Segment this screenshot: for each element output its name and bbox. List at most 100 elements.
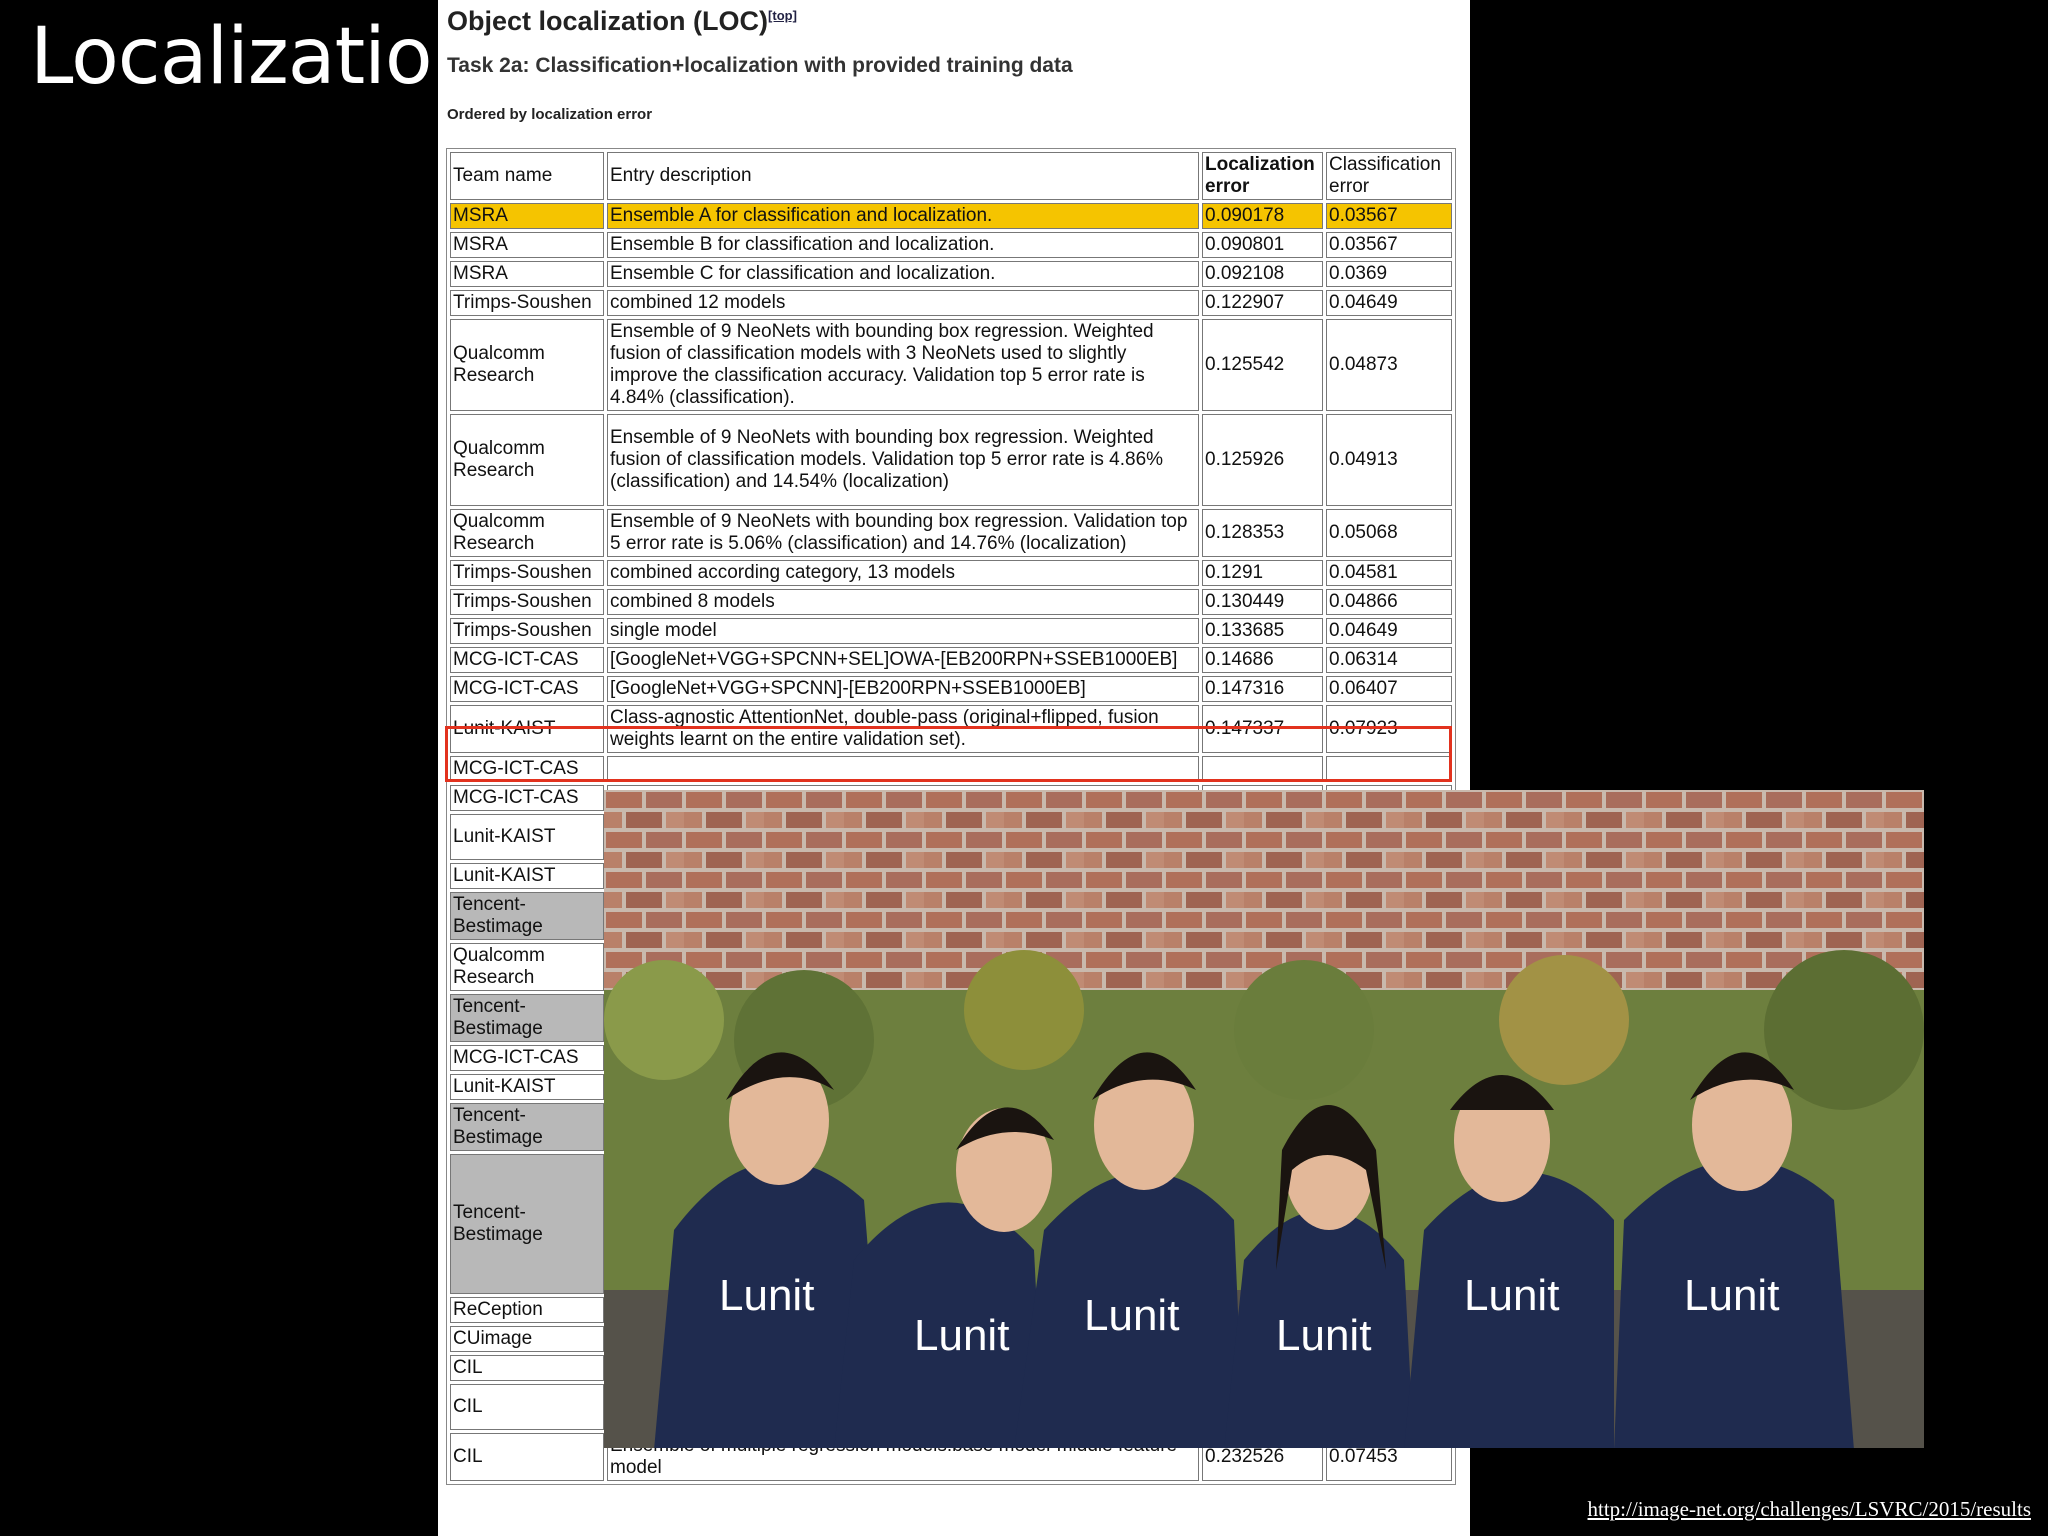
cell-classification-error: 0.07923 bbox=[1326, 705, 1452, 753]
header-classification-error: Classification error bbox=[1326, 152, 1452, 200]
cell-description: combined 12 models bbox=[607, 290, 1199, 316]
cell-team: CIL bbox=[450, 1384, 604, 1430]
cell-localization-error: 0.14686 bbox=[1202, 647, 1323, 673]
cell-team: Trimps-Soushen bbox=[450, 618, 604, 644]
cell-team: MCG-ICT-CAS bbox=[450, 785, 604, 811]
cell-localization-error: 0.122907 bbox=[1202, 290, 1323, 316]
cell-localization-error: 0.133685 bbox=[1202, 618, 1323, 644]
team-photo-illustration: Lunit Lunit Lunit Lunit Lunit Lunit bbox=[604, 790, 1924, 1448]
cell-team: Qualcomm Research bbox=[450, 943, 604, 991]
table-row: Lunit-KAIST Class-agnostic AttentionNet, … bbox=[450, 705, 1452, 753]
cell-localization-error: 0.147316 bbox=[1202, 676, 1323, 702]
heading-text: Object localization (LOC) bbox=[447, 6, 769, 36]
table-header-row: Team name Entry description Localization… bbox=[450, 152, 1452, 200]
cell-team: CUimage bbox=[450, 1326, 604, 1352]
task-heading: Task 2a: Classification+localization wit… bbox=[447, 54, 1073, 77]
shirt-logo-5: Lunit bbox=[1464, 1271, 1559, 1320]
cell-classification-error: 0.05068 bbox=[1326, 509, 1452, 557]
cell-description: combined according category, 13 models bbox=[607, 560, 1199, 586]
cell-classification-error: 0.06314 bbox=[1326, 647, 1452, 673]
cell-description: combined 8 models bbox=[607, 589, 1199, 615]
header-team: Team name bbox=[450, 152, 604, 200]
cell-team: Lunit-KAIST bbox=[450, 814, 604, 860]
order-note: Ordered by localization error bbox=[447, 106, 653, 123]
cell-team: Qualcomm Research bbox=[450, 414, 604, 506]
cell-team: Lunit-KAIST bbox=[450, 863, 604, 889]
cell-classification-error: 0.04581 bbox=[1326, 560, 1452, 586]
cell-localization-error: 0.1291 bbox=[1202, 560, 1323, 586]
cell-team: CIL bbox=[450, 1433, 604, 1481]
cell-team: MCG-ICT-CAS bbox=[450, 1045, 604, 1071]
header-description: Entry description bbox=[607, 152, 1199, 200]
shirt-logo-6: Lunit bbox=[1684, 1271, 1779, 1320]
table-row: Trimps-Soushen single model 0.133685 0.0464… bbox=[450, 618, 1452, 644]
cell-classification-error: 0.04649 bbox=[1326, 290, 1452, 316]
cell-team: Tencent-Bestimage bbox=[450, 1103, 604, 1151]
cell-team: Qualcomm Research bbox=[450, 319, 604, 411]
cell-description: Ensemble A for classification and locali… bbox=[607, 203, 1199, 229]
cell-description: Ensemble of 9 NeoNets with bounding box … bbox=[607, 414, 1199, 506]
cell-description: Ensemble of 9 NeoNets with bounding box … bbox=[607, 319, 1199, 411]
table-row: Trimps-Soushen combined 12 models 0.122907… bbox=[450, 290, 1452, 316]
cell-localization-error: 0.092108 bbox=[1202, 261, 1323, 287]
cell-classification-error: 0.04649 bbox=[1326, 618, 1452, 644]
cell-team: MCG-ICT-CAS bbox=[450, 647, 604, 673]
table-row: MCG-ICT-CAS [GoogleNet+VGG+SPCNN]-[EB200R… bbox=[450, 676, 1452, 702]
cell-description: Class-agnostic AttentionNet, double-pass… bbox=[607, 705, 1199, 753]
table-row: MSRA Ensemble B for classification and lo… bbox=[450, 232, 1452, 258]
cell-localization-error: 0.147337 bbox=[1202, 705, 1323, 753]
cell-classification-error: 0.04866 bbox=[1326, 589, 1452, 615]
cell-team: Lunit-KAIST bbox=[450, 705, 604, 753]
table-row: Trimps-Soushen combined 8 models 0.130449 0… bbox=[450, 589, 1452, 615]
cell-team: MSRA bbox=[450, 203, 604, 229]
cell-team: Tencent-Bestimage bbox=[450, 1154, 604, 1294]
table-row: Trimps-Soushen combined according categor… bbox=[450, 560, 1452, 586]
cell-team: MCG-ICT-CAS bbox=[450, 676, 604, 702]
shirt-logo-1: Lunit bbox=[719, 1271, 814, 1320]
cell-localization-error: 0.125542 bbox=[1202, 319, 1323, 411]
cell-team: MCG-ICT-CAS bbox=[450, 756, 604, 782]
top-link[interactable]: [top] bbox=[768, 8, 797, 23]
table-row: MSRA Ensemble A for classification and lo… bbox=[450, 203, 1452, 229]
cell-localization-error: 0.090801 bbox=[1202, 232, 1323, 258]
team-photo: Lunit Lunit Lunit Lunit Lunit Lunit bbox=[604, 790, 1924, 1448]
cell-description: single model bbox=[607, 618, 1199, 644]
cell-localization-error bbox=[1202, 756, 1323, 782]
cell-description: [GoogleNet+VGG+SPCNN]-[EB200RPN+SSEB1000… bbox=[607, 676, 1199, 702]
cell-localization-error: 0.090178 bbox=[1202, 203, 1323, 229]
cell-team: Lunit-KAIST bbox=[450, 1074, 604, 1100]
cell-localization-error: 0.130449 bbox=[1202, 589, 1323, 615]
cell-classification-error: 0.04913 bbox=[1326, 414, 1452, 506]
shirt-logo-3: Lunit bbox=[1084, 1291, 1179, 1340]
source-link[interactable]: http://image-net.org/challenges/LSVRC/20… bbox=[1588, 1497, 2031, 1522]
cell-description bbox=[607, 756, 1199, 782]
cell-classification-error: 0.03567 bbox=[1326, 203, 1452, 229]
cell-description: Ensemble C for classification and locali… bbox=[607, 261, 1199, 287]
cell-description: [GoogleNet+VGG+SPCNN+SEL]OWA-[EB200RPN+S… bbox=[607, 647, 1199, 673]
cell-classification-error: 0.06407 bbox=[1326, 676, 1452, 702]
cell-localization-error: 0.128353 bbox=[1202, 509, 1323, 557]
table-row: MCG-ICT-CAS bbox=[450, 756, 1452, 782]
cell-team: ReCeption bbox=[450, 1297, 604, 1323]
cell-team: Tencent-Bestimage bbox=[450, 994, 604, 1042]
table-row: MCG-ICT-CAS [GoogleNet+VGG+SPCNN+SEL]OWA-… bbox=[450, 647, 1452, 673]
cell-classification-error: 0.03567 bbox=[1326, 232, 1452, 258]
cell-team: Trimps-Soushen bbox=[450, 589, 604, 615]
shirt-logo-4: Lunit bbox=[1276, 1311, 1371, 1360]
page-heading: Object localization (LOC)[top] bbox=[447, 6, 797, 37]
cell-team: Qualcomm Research bbox=[450, 509, 604, 557]
cell-description: Ensemble of 9 NeoNets with bounding box … bbox=[607, 509, 1199, 557]
cell-team: CIL bbox=[450, 1355, 604, 1381]
shirt-logo-2: Lunit bbox=[914, 1311, 1009, 1360]
cell-team: Trimps-Soushen bbox=[450, 560, 604, 586]
cell-team: MSRA bbox=[450, 261, 604, 287]
cell-team: MSRA bbox=[450, 232, 604, 258]
table-row: Qualcomm Research Ensemble of 9 NeoNets w… bbox=[450, 414, 1452, 506]
cell-classification-error: 0.04873 bbox=[1326, 319, 1452, 411]
table-row: Qualcomm Research Ensemble of 9 NeoNets w… bbox=[450, 509, 1452, 557]
table-row: MSRA Ensemble C for classification and lo… bbox=[450, 261, 1452, 287]
slide-title: Localization bbox=[30, 12, 481, 102]
cell-description: Ensemble B for classification and locali… bbox=[607, 232, 1199, 258]
table-row: Qualcomm Research Ensemble of 9 NeoNets w… bbox=[450, 319, 1452, 411]
cell-classification-error: 0.0369 bbox=[1326, 261, 1452, 287]
